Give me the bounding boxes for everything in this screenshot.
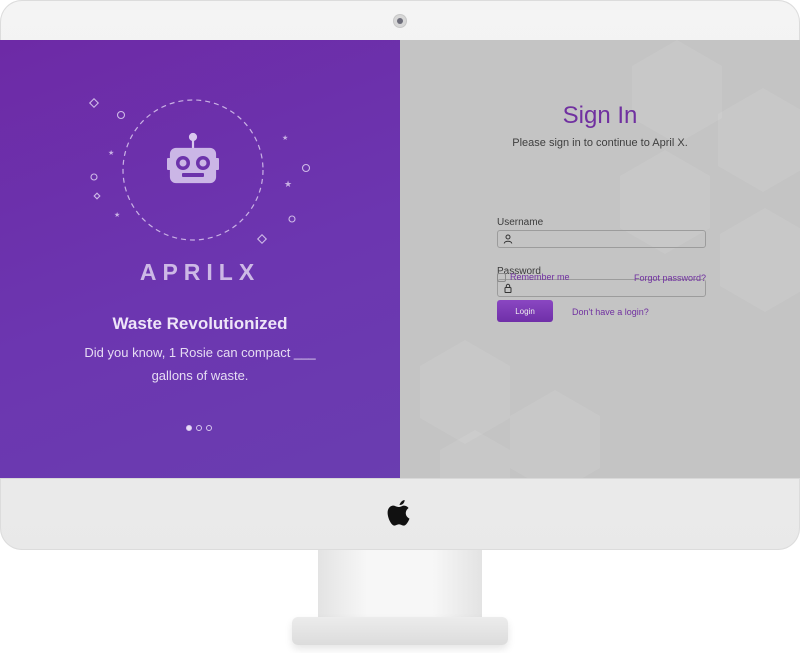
page-subtitle: Please sign in to continue to April X. [512,137,688,149]
username-label: Username [497,217,544,228]
robot-icon [167,132,219,184]
carousel-dots [186,425,212,431]
svg-text:★: ★ [282,134,288,142]
promo-description: Did you know, 1 Rosie can compact ___ ga… [84,345,316,383]
monitor-stand-foot [292,617,508,645]
svg-text:★: ★ [114,211,120,219]
login-button[interactable]: Login [497,300,553,322]
promo-panel: ★ ★ ★ ★ APRILX Waste Revolutionized Did [0,40,400,478]
carousel-dot-2[interactable] [196,425,202,431]
robot-illustration: ★ ★ ★ ★ [88,97,311,245]
forgot-password-link[interactable]: Forgot password? [600,273,706,283]
page-title: Sign In [562,102,638,129]
carousel-dot-1[interactable] [186,425,192,431]
user-icon [503,234,513,244]
remember-me[interactable]: Remember me [497,272,570,282]
bezel-divider [0,478,800,479]
camera-icon [394,15,406,27]
tagline: Waste Revolutionized [112,314,288,333]
brand-logo: APRILX [139,259,261,285]
remember-label: Remember me [510,272,570,282]
carousel-dot-3[interactable] [206,425,212,431]
bg-hex-5 [420,340,510,444]
svg-text:★: ★ [108,149,114,157]
lock-icon [504,283,512,293]
apple-logo-icon [387,500,410,526]
bg-hex-6 [510,390,600,478]
bg-hex-4 [720,208,800,312]
svg-text:★: ★ [284,180,292,190]
remember-checkbox[interactable] [497,272,506,282]
no-login-link[interactable]: Don't have a login? [572,307,649,317]
bg-hex-7 [440,430,510,478]
username-field[interactable] [497,230,706,248]
username-input[interactable] [516,231,701,247]
